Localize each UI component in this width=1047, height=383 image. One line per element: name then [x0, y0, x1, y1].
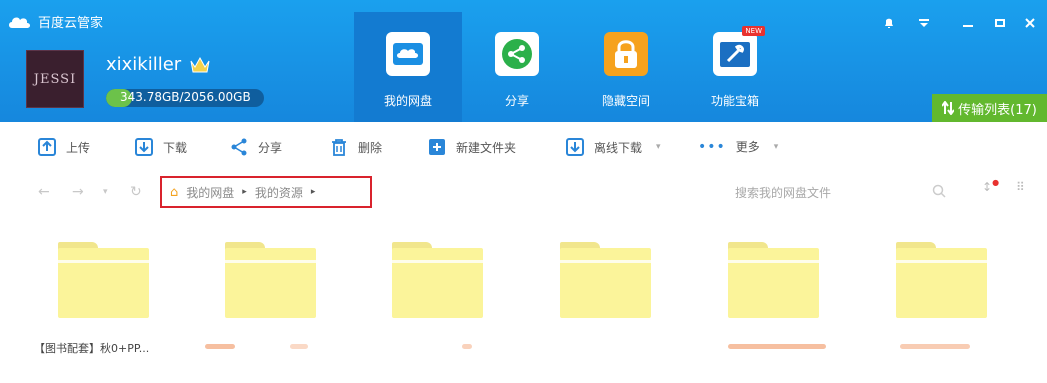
delete-label: 删除 [358, 140, 383, 155]
chevron-down-icon: ▾ [656, 142, 661, 152]
upload-label: 上传 [66, 140, 91, 155]
delete-button[interactable]: 删除 [330, 138, 382, 156]
offline-download-label: 离线下载 [594, 140, 643, 155]
new-badge: NEW [742, 26, 765, 36]
folder-icon[interactable] [225, 242, 316, 318]
refresh-icon[interactable]: ↻ [130, 184, 142, 200]
tab-label: 功能宝箱 [710, 94, 759, 108]
breadcrumb-item[interactable]: 我的资源 [255, 184, 303, 201]
tab-hidden-space[interactable]: 隐藏空间 [572, 12, 680, 122]
tab-toolbox[interactable]: NEW 功能宝箱 [681, 12, 789, 122]
tab-label: 隐藏空间 [601, 94, 650, 108]
download-label: 下载 [163, 140, 188, 155]
share-button[interactable]: 分享 [230, 138, 282, 156]
folder-icon[interactable] [728, 242, 819, 318]
new-folder-button[interactable]: 新建文件夹 [428, 138, 516, 156]
blurred-name [290, 344, 308, 349]
folder-icon[interactable] [392, 242, 483, 318]
crown-icon [190, 56, 210, 72]
cloud-drive-icon [386, 32, 430, 76]
user-name: xixikiller [106, 54, 182, 75]
toolbox-icon: NEW [713, 26, 765, 76]
history-chevron-icon[interactable]: ▾ [103, 187, 108, 197]
forward-icon[interactable]: → [72, 184, 84, 200]
offline-download-button[interactable]: 离线下载 ▾ [566, 138, 661, 156]
new-folder-label: 新建文件夹 [456, 140, 517, 155]
breadcrumb-item[interactable]: 我的网盘 [186, 184, 234, 201]
share-icon [231, 138, 247, 156]
storage-quota-bar: 343.78GB/2056.00GB [106, 89, 264, 107]
avatar[interactable]: JESSI [26, 50, 84, 108]
blurred-name [462, 344, 472, 349]
blurred-name [205, 344, 235, 349]
toolbar: 上传 下载 分享 删除 新建文件夹 离线下载 ▾ ••• 更多 ▾ [0, 128, 1047, 168]
share-label: 分享 [258, 140, 283, 155]
maximize-icon[interactable] [990, 14, 1010, 32]
user-name-row[interactable]: xixikiller [106, 54, 211, 75]
transfer-label: 传输列表(17) [958, 102, 1037, 118]
close-icon[interactable] [1020, 14, 1040, 32]
file-name[interactable]: 【图书配套】秋0+PP... [34, 340, 174, 356]
upload-button[interactable]: 上传 [38, 138, 90, 156]
breadcrumb-separator: ▸ [310, 187, 316, 197]
grid-view-icon[interactable]: ⠿ [1016, 180, 1025, 194]
blurred-name [900, 344, 970, 349]
breadcrumb-separator: ▸ [242, 187, 247, 197]
app-title: 百度云管家 [38, 16, 104, 31]
storage-quota-text: 343.78GB/2056.00GB [120, 90, 251, 104]
offline-download-icon [566, 138, 584, 156]
search-input[interactable]: 搜索我的网盘文件 [735, 184, 831, 201]
download-icon [135, 138, 153, 156]
tab-label: 分享 [504, 94, 529, 108]
more-icon: ••• [698, 138, 726, 155]
more-button[interactable]: ••• 更多 ▾ [698, 138, 778, 155]
more-label: 更多 [735, 140, 760, 154]
lock-icon [604, 32, 648, 76]
bell-icon[interactable] [879, 14, 899, 32]
tab-share[interactable]: 分享 [463, 12, 571, 122]
address-bar: ← → ▾ ↻ [0, 172, 1047, 210]
breadcrumb: ⌂ 我的网盘 ▸ 我的资源 ▸ [160, 176, 372, 208]
transfer-list-button[interactable]: 传输列表(17) [932, 94, 1047, 122]
upload-icon [38, 138, 56, 156]
search-icon[interactable] [932, 184, 946, 198]
folder-icon[interactable] [58, 242, 149, 318]
folder-icon[interactable] [896, 242, 987, 318]
tab-my-drive[interactable]: 我的网盘 [354, 12, 462, 122]
folder-icon[interactable] [560, 242, 651, 318]
trash-icon [332, 139, 346, 156]
transfer-icon [942, 101, 955, 115]
chevron-down-icon: ▾ [773, 141, 779, 152]
minimize-icon[interactable] [958, 14, 978, 32]
download-button[interactable]: 下载 [135, 138, 187, 156]
back-icon[interactable]: ← [38, 184, 50, 200]
app-logo: 百度云管家 [8, 12, 103, 31]
tab-label: 我的网盘 [383, 94, 432, 108]
blurred-name [728, 344, 826, 349]
baidu-cloud-icon [9, 17, 30, 28]
menu-icon[interactable] [914, 14, 934, 32]
home-icon: ⌂ [170, 184, 179, 200]
new-folder-icon [429, 139, 445, 155]
avatar-text: JESSI [33, 71, 77, 87]
sort-icon[interactable]: ↕● [982, 178, 999, 194]
share-icon [495, 32, 539, 76]
title-bar: 百度云管家 JESSI xixikiller 343.78GB/2056.00G… [0, 0, 1047, 122]
